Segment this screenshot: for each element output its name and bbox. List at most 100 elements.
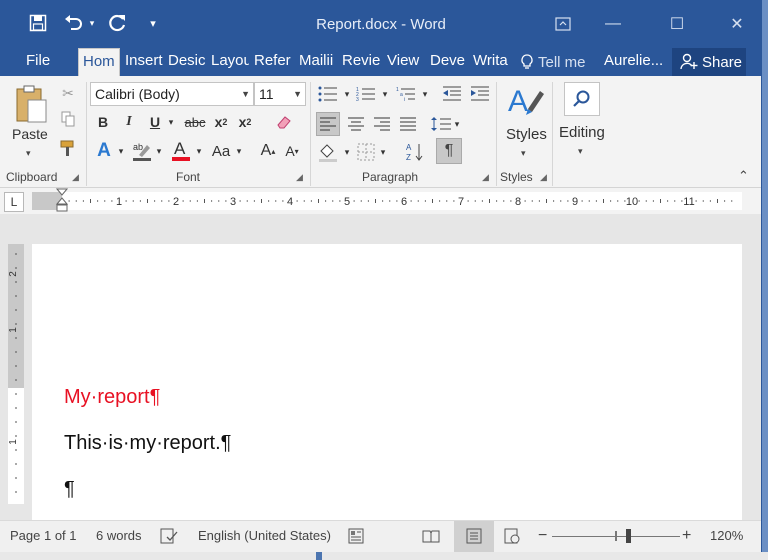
line-spacing-icon[interactable]: [430, 112, 452, 136]
bullets-icon[interactable]: [316, 84, 340, 104]
ruler-ticks: 1 2 3 4 5 6 7 8 9 10 11: [68, 196, 733, 208]
font-color-dropdown-icon[interactable]: ▾: [194, 140, 204, 162]
tab-home[interactable]: Hom: [78, 48, 120, 76]
zoom-out-icon[interactable]: −: [538, 521, 547, 552]
format-painter-icon[interactable]: [58, 138, 80, 158]
change-case-dropdown-icon[interactable]: ▾: [234, 140, 244, 162]
grow-font-icon[interactable]: A ▴: [258, 140, 278, 162]
minimize-button[interactable]: —: [590, 8, 636, 40]
show-formatting-marks-button[interactable]: ¶: [436, 138, 462, 164]
sort-icon[interactable]: AZ: [404, 140, 426, 164]
close-button[interactable]: ✕: [714, 8, 760, 40]
tab-references[interactable]: Refer: [250, 48, 294, 76]
numbering-dropdown-icon[interactable]: ▾: [380, 84, 390, 104]
font-size-combo[interactable]: 11 ▼: [254, 82, 306, 106]
line-spacing-dropdown-icon[interactable]: ▾: [452, 112, 462, 136]
editing-dropdown-icon[interactable]: ▾: [578, 146, 583, 157]
tab-selector[interactable]: L: [4, 192, 24, 212]
tab-design[interactable]: Desic: [164, 48, 206, 76]
bold-button[interactable]: B: [94, 112, 112, 132]
collapse-ribbon-icon[interactable]: ⌃: [738, 168, 749, 184]
tab-layout[interactable]: Layou: [207, 48, 249, 76]
multilevel-list-icon[interactable]: 1ai: [394, 84, 418, 104]
chevron-down-icon[interactable]: ▼: [241, 83, 250, 105]
document-page[interactable]: My·report¶ This·is·my·report.¶ ¶: [32, 244, 742, 520]
document-empty-paragraph[interactable]: ¶: [64, 478, 75, 501]
align-left-icon[interactable]: [316, 112, 340, 136]
editing-button[interactable]: Editing: [559, 124, 605, 141]
cut-icon[interactable]: ✂: [58, 84, 78, 102]
shading-icon[interactable]: [316, 140, 340, 164]
font-launcher-icon[interactable]: ◢: [296, 172, 303, 183]
tab-developer[interactable]: Deve: [426, 48, 468, 76]
ribbon-display-icon[interactable]: [540, 8, 586, 40]
change-case-icon[interactable]: Aa: [208, 140, 234, 162]
paste-icon[interactable]: [10, 82, 52, 128]
zoom-level[interactable]: 120%: [710, 521, 743, 552]
decrease-indent-icon[interactable]: [440, 84, 464, 104]
document-heading[interactable]: My·report¶: [64, 386, 160, 409]
paste-label[interactable]: Paste: [12, 126, 48, 142]
font-name-value: Calibri (Body): [95, 86, 180, 102]
align-center-icon[interactable]: [344, 112, 368, 136]
font-name-combo[interactable]: Calibri (Body) ▼: [90, 82, 254, 106]
horizontal-ruler[interactable]: 1 2 3 4 5 6 7 8 9 10 11: [32, 188, 742, 212]
multilevel-dropdown-icon[interactable]: ▾: [420, 84, 430, 104]
styles-button[interactable]: Styles: [506, 126, 547, 143]
styles-icon[interactable]: A: [504, 80, 548, 122]
highlight-icon[interactable]: ab: [130, 138, 154, 162]
share-button[interactable]: Share: [672, 48, 746, 76]
tab-view[interactable]: View: [383, 48, 425, 76]
tell-me-box[interactable]: Tell me: [520, 48, 586, 76]
zoom-thumb[interactable]: [626, 529, 631, 543]
numbering-icon[interactable]: 123: [354, 84, 378, 104]
bullets-dropdown-icon[interactable]: ▾: [342, 84, 352, 104]
justify-icon[interactable]: [396, 112, 420, 136]
align-right-icon[interactable]: [370, 112, 394, 136]
underline-dropdown-icon[interactable]: ▾: [166, 112, 176, 132]
text-effects-icon[interactable]: A: [94, 140, 114, 162]
strikethrough-button[interactable]: abc: [182, 112, 208, 132]
paragraph-launcher-icon[interactable]: ◢: [482, 172, 489, 183]
search-icon[interactable]: [564, 82, 600, 116]
indent-marker-icon[interactable]: [56, 188, 68, 212]
clipboard-launcher-icon[interactable]: ◢: [72, 172, 79, 183]
highlight-dropdown-icon[interactable]: ▾: [154, 140, 164, 162]
subscript-button[interactable]: x2: [212, 112, 230, 132]
print-layout-icon[interactable]: [454, 521, 494, 552]
italic-button[interactable]: I: [120, 112, 138, 132]
borders-icon[interactable]: [354, 140, 378, 164]
word-count[interactable]: 6 words: [96, 521, 142, 552]
clear-formatting-icon[interactable]: [274, 112, 294, 132]
language[interactable]: English (United States): [198, 521, 331, 552]
vertical-ruler[interactable]: 2 1 1: [8, 244, 24, 504]
user-name[interactable]: Aurelie...: [604, 48, 663, 76]
zoom-slider[interactable]: [552, 521, 680, 552]
chevron-down-icon[interactable]: ▼: [293, 83, 302, 105]
document-body-paragraph[interactable]: This·is·my·report.¶: [64, 432, 231, 455]
shading-dropdown-icon[interactable]: ▾: [342, 140, 352, 164]
styles-dropdown-icon[interactable]: ▾: [521, 148, 526, 159]
font-color-icon[interactable]: A: [170, 138, 192, 162]
borders-dropdown-icon[interactable]: ▾: [378, 140, 388, 164]
read-mode-icon[interactable]: [422, 521, 440, 552]
tab-writage[interactable]: Writa: [469, 48, 513, 76]
page-count[interactable]: Page 1 of 1: [10, 521, 77, 552]
tab-file[interactable]: File: [22, 48, 62, 76]
underline-button[interactable]: U: [146, 112, 164, 132]
superscript-button[interactable]: x2: [236, 112, 254, 132]
copy-icon[interactable]: [58, 110, 78, 128]
proofing-icon[interactable]: [160, 521, 178, 552]
shrink-font-icon[interactable]: A ▾: [282, 140, 302, 162]
maximize-button[interactable]: ☐: [654, 8, 700, 40]
increase-indent-icon[interactable]: [468, 84, 492, 104]
styles-launcher-icon[interactable]: ◢: [540, 172, 547, 183]
accessibility-icon[interactable]: [348, 521, 364, 552]
paste-dropdown-icon[interactable]: ▾: [26, 148, 31, 159]
tab-review[interactable]: Revie: [338, 48, 382, 76]
text-effects-dropdown-icon[interactable]: ▾: [116, 140, 126, 162]
tab-mailings[interactable]: Mailii: [295, 48, 337, 76]
tab-insert[interactable]: Insert: [121, 48, 163, 76]
zoom-in-icon[interactable]: +: [682, 521, 691, 552]
web-layout-icon[interactable]: [504, 521, 520, 552]
